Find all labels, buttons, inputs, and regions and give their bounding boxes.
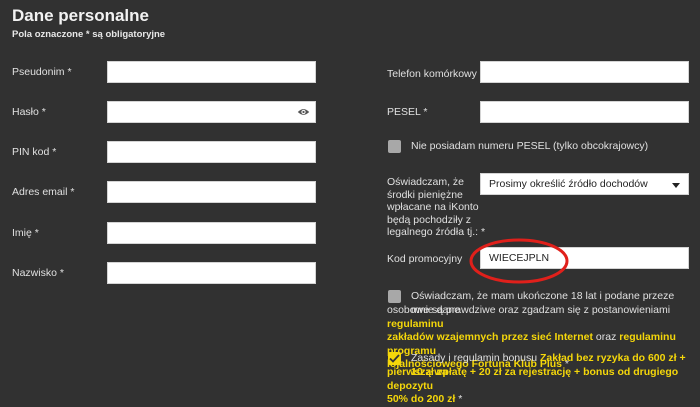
haslo-label: Hasło *: [12, 106, 46, 118]
imie-field[interactable]: [107, 222, 316, 244]
check-icon: [389, 354, 400, 363]
nazwisko-label: Nazwisko *: [12, 267, 64, 279]
bonus-offer-cont: pierwszą wpłatę + 20 zł za rejestrację +…: [387, 366, 679, 392]
phone-field[interactable]: [480, 61, 689, 83]
promo-label: Kod promocyjny: [387, 253, 463, 265]
pesel-field[interactable]: [480, 101, 689, 123]
email-field[interactable]: [107, 181, 316, 203]
nazwisko-field[interactable]: [107, 262, 316, 284]
income-source-select[interactable]: Prosimy określić źródło dochodów: [480, 173, 689, 195]
betting-rules-link[interactable]: regulaminu: [387, 318, 444, 330]
required-mark: *: [455, 393, 463, 405]
bonus-text-continued: pierwszą wpłatę + 20 zł za rejestrację +…: [387, 366, 692, 407]
eye-icon[interactable]: [297, 106, 310, 118]
pin-label: PIN kod *: [12, 146, 57, 158]
pseudonim-field[interactable]: [107, 61, 316, 83]
no-pesel-label: Nie posiadam numeru PESEL (tylko obcokra…: [411, 140, 649, 152]
chevron-down-icon: [672, 183, 680, 188]
bonus-prefix: Zasady i regulamin bonusu: [411, 352, 540, 364]
source-label-line: będą pochodziły z: [387, 213, 472, 226]
no-pesel-checkbox[interactable]: [388, 140, 401, 153]
page-title: Dane personalne: [12, 6, 149, 25]
terms-connector: oraz: [593, 331, 620, 343]
terms-line: osobowe są prawdziwe oraz zgadzam się z …: [387, 304, 671, 316]
pesel-label: PESEL *: [387, 106, 428, 118]
source-label-line: wpłacane na iKonto: [387, 201, 479, 213]
email-label: Adres email *: [12, 186, 75, 198]
pseudonim-label: Pseudonim *: [12, 66, 72, 78]
betting-rules-link-cont[interactable]: zakładów wzajemnych przez sieć Internet: [387, 331, 593, 343]
source-label-line: środki pieniężne: [387, 188, 463, 201]
highlight-circle: [469, 238, 569, 284]
income-source-value: Prosimy określić źródło dochodów: [489, 178, 648, 190]
password-field[interactable]: [107, 101, 316, 123]
pin-field[interactable]: [107, 141, 316, 163]
terms-checkbox[interactable]: [388, 290, 401, 303]
bonus-offer-cont: 50% do 200 zł: [387, 393, 456, 405]
required-note: Pola oznaczone * są obligatoryjne: [12, 29, 166, 40]
imie-label: Imię *: [12, 227, 39, 239]
telefon-label: Telefon komórkowy *: [387, 68, 484, 80]
source-label-line: Oświadczam, że: [387, 176, 465, 188]
source-label: Oświadczam, że środki pieniężne wpłacane…: [387, 176, 485, 239]
bonus-checkbox[interactable]: [388, 352, 401, 365]
